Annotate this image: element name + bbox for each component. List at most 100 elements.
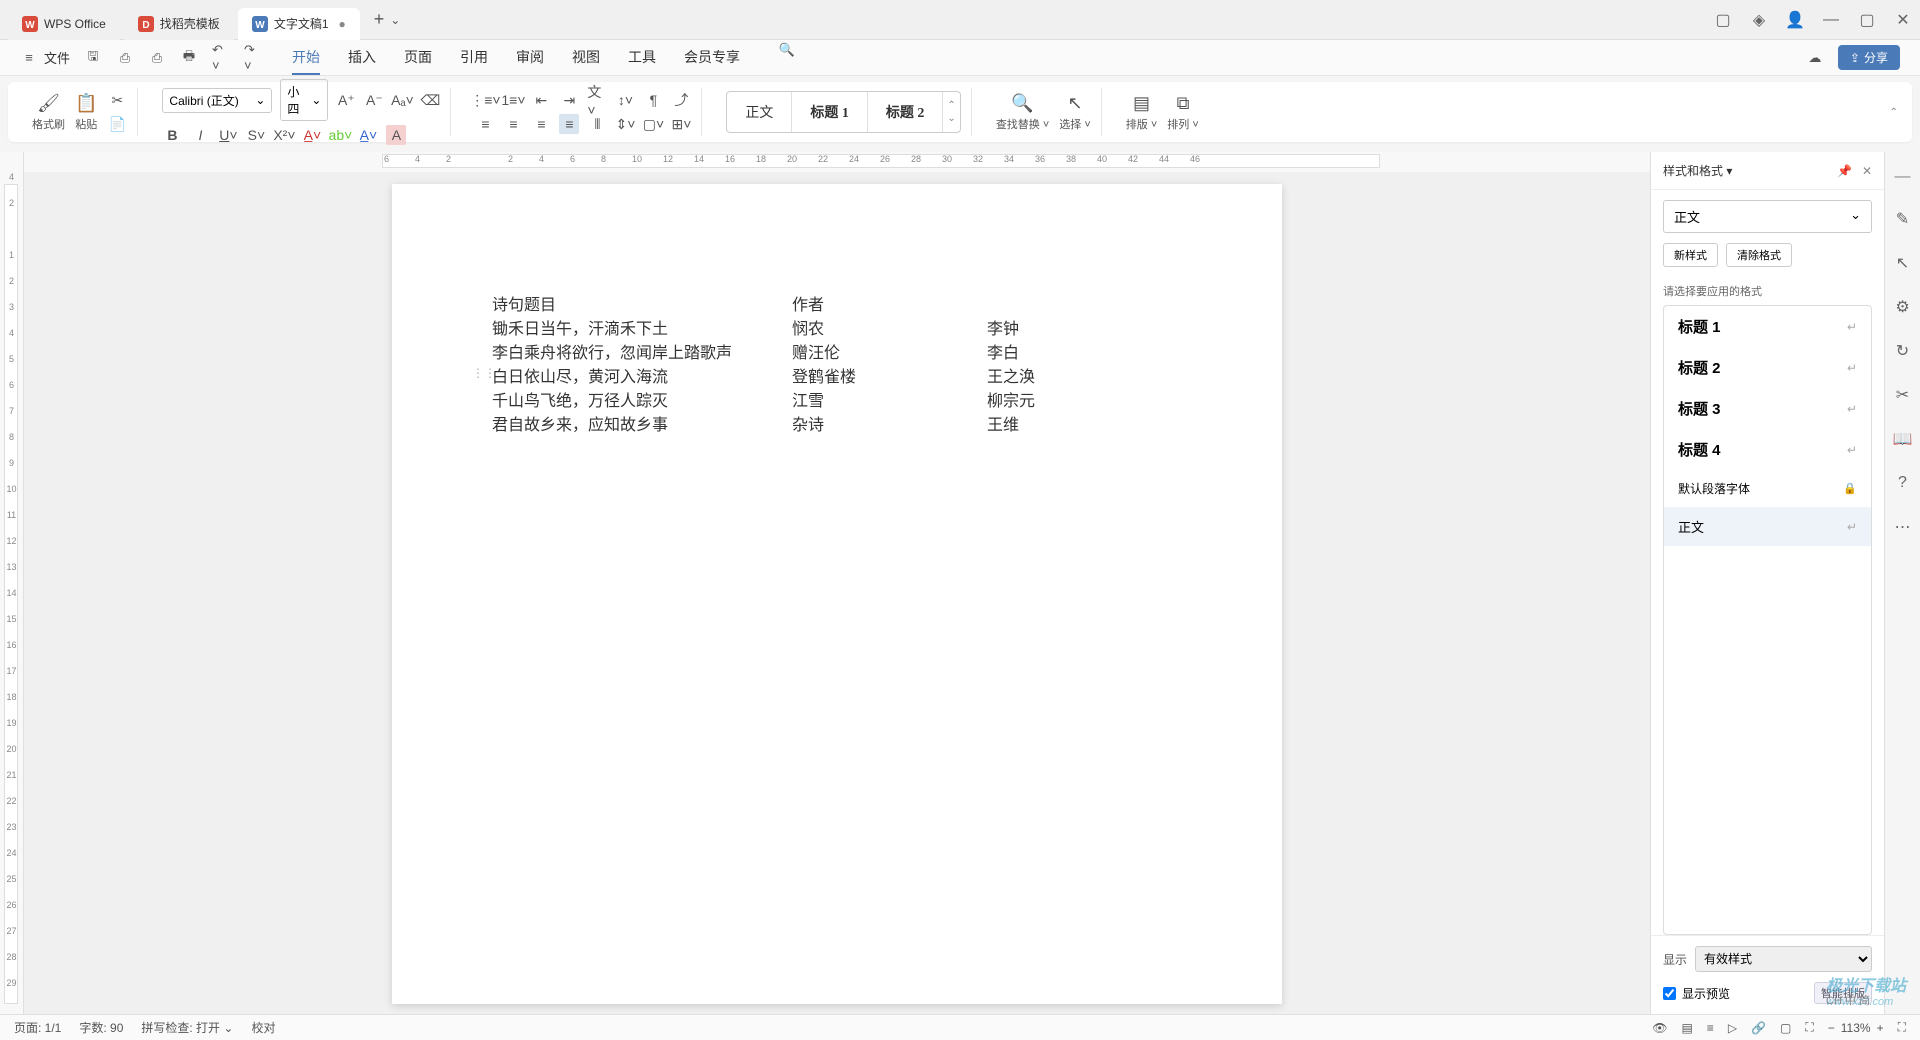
new-style-button[interactable]: 新样式 [1663, 243, 1718, 267]
fit-page-icon[interactable]: ⛶ [1805, 1020, 1813, 1035]
pin-icon[interactable]: 📌 [1837, 164, 1852, 178]
line-spacing-icon[interactable]: ⇕˅ [615, 114, 635, 134]
font-color-icon[interactable]: A̲˅ [302, 125, 322, 145]
align-center-icon[interactable]: ≡ [503, 114, 523, 134]
font-shrink-icon[interactable]: A⁻ [364, 90, 384, 110]
tab-dropdown[interactable]: ⌄ [390, 13, 400, 27]
format-painter-button[interactable]: 🖌 格式刷 [32, 93, 65, 132]
menu-tab-view[interactable]: 视图 [572, 41, 600, 75]
font-name-select[interactable]: Calibri (正文) ⌄ [162, 88, 272, 113]
file-menu[interactable]: ≡ 文件 [20, 48, 70, 67]
redo-icon[interactable]: ↷ ˅ [244, 49, 262, 67]
align-left-icon[interactable]: ≡ [475, 114, 495, 134]
page[interactable]: 诗句题目 作者 锄禾日当午，汗滴禾下土悯农李钟李白乘舟将欲行，忽闻岸上踏歌声赠汪… [392, 184, 1282, 1004]
menu-tab-review[interactable]: 审阅 [516, 41, 544, 75]
close-tab-icon[interactable]: ● [339, 17, 346, 31]
view-mode-5-icon[interactable]: 🔗 [1751, 1021, 1766, 1035]
show-option-select[interactable]: 有效样式 [1695, 946, 1872, 972]
undo-icon[interactable]: ↶ ˅ [212, 49, 230, 67]
tab-wps-office[interactable]: W WPS Office [8, 8, 120, 40]
more-icon[interactable]: ⋯ [1892, 516, 1914, 538]
maximize-icon[interactable]: ▢ [1858, 10, 1876, 30]
export-icon[interactable]: ⎙ [116, 49, 134, 67]
style-heading2[interactable]: 标题 2 [868, 92, 944, 132]
paragraph-icon[interactable]: ⤴ [671, 90, 691, 110]
highlight-icon[interactable]: ab˅ [330, 125, 350, 145]
select-button[interactable]: ↖ 选择 ˅ [1059, 93, 1090, 132]
current-style-select[interactable]: 正文 ⌄ [1663, 200, 1872, 233]
menu-tab-home[interactable]: 开始 [292, 41, 320, 75]
strikethrough-icon[interactable]: S˅ [246, 125, 266, 145]
book-icon[interactable]: 📖 [1892, 428, 1914, 450]
view-mode-4-icon[interactable]: ▷ [1728, 1021, 1737, 1035]
cut-icon[interactable]: ✂ [107, 90, 127, 110]
menu-tab-references[interactable]: 引用 [460, 41, 488, 75]
window-icon[interactable]: ▢ [1714, 10, 1732, 30]
sidebar-collapse-icon[interactable]: — [1895, 168, 1911, 186]
page-indicator[interactable]: 页面: 1/1 [14, 1019, 61, 1036]
change-case-icon[interactable]: Aₐ˅ [392, 90, 412, 110]
copy-icon[interactable]: 📄 [107, 114, 127, 134]
menu-tab-page[interactable]: 页面 [404, 41, 432, 75]
spellcheck-status[interactable]: 拼写检查: 打开 ⌄ [141, 1019, 233, 1036]
ruler-horizontal[interactable]: 6422468101214161820222426283032343638404… [24, 152, 1650, 172]
save-icon[interactable]: 🖫 [84, 49, 102, 67]
clear-format-button[interactable]: 清除格式 [1726, 243, 1792, 267]
zoom-in-button[interactable]: + [1877, 1021, 1884, 1035]
align-justify-icon[interactable]: ≡ [559, 114, 579, 134]
font-size-select[interactable]: 小四 ⌄ [280, 79, 328, 121]
word-count[interactable]: 字数: 90 [79, 1019, 123, 1036]
find-replace-button[interactable]: 🔍 查找替换 ˅ [996, 93, 1049, 132]
avatar-icon[interactable]: 👤 [1786, 10, 1804, 30]
arrange-button[interactable]: ⧉ 排列 ˅ [1167, 93, 1198, 132]
fullscreen-icon[interactable]: ⛶ [1898, 1020, 1906, 1035]
border-icon[interactable]: ⊞˅ [671, 114, 691, 134]
cube-icon[interactable]: ◈ [1750, 10, 1768, 30]
style-heading1[interactable]: 标题 1 [792, 92, 868, 132]
view-mode-3-icon[interactable]: ≡ [1707, 1021, 1714, 1035]
style-default-font-row[interactable]: 默认段落字体🔒 [1664, 470, 1871, 507]
menu-tab-member[interactable]: 会员专享 [684, 41, 740, 75]
align-right-icon[interactable]: ≡ [531, 114, 551, 134]
distribute-icon[interactable]: ⫴ [587, 114, 607, 134]
indent-increase-icon[interactable]: ⇥ [559, 90, 579, 110]
style-down-icon[interactable]: ⌄ [947, 113, 955, 124]
zoom-out-button[interactable]: − [1828, 1021, 1835, 1035]
italic-icon[interactable]: I [190, 125, 210, 145]
show-preview-checkbox[interactable] [1663, 987, 1676, 1000]
proof-button[interactable]: 校对 [251, 1019, 275, 1036]
drag-handle-icon[interactable]: ⋮⋮ [472, 366, 496, 380]
sort-icon[interactable]: ↕˅ [615, 90, 635, 110]
bold-icon[interactable]: B [162, 125, 182, 145]
menu-tab-insert[interactable]: 插入 [348, 41, 376, 75]
style-heading4-row[interactable]: 标题 4↵ [1664, 429, 1871, 470]
asian-layout-icon[interactable]: 文˅ [587, 90, 607, 110]
zoom-level[interactable]: 113% [1841, 1021, 1871, 1035]
pencil-icon[interactable]: ✎ [1892, 208, 1914, 230]
view-mode-6-icon[interactable]: ▢ [1780, 1021, 1791, 1035]
style-up-icon[interactable]: ⌃ [947, 100, 955, 111]
collapse-ribbon-icon[interactable]: ⌃ [1890, 107, 1898, 118]
refresh-icon[interactable]: ↻ [1892, 340, 1914, 362]
style-heading3-row[interactable]: 标题 3↵ [1664, 388, 1871, 429]
style-body[interactable]: 正文 [727, 92, 792, 132]
text-color-icon[interactable]: A̲˅ [358, 125, 378, 145]
print-icon[interactable]: ⎙ [148, 49, 166, 67]
minimize-icon[interactable]: — [1822, 11, 1840, 29]
text-effects-icon[interactable]: A [386, 125, 406, 145]
style-heading1-row[interactable]: 标题 1↵ [1664, 306, 1871, 347]
close-window-icon[interactable]: ✕ [1894, 10, 1912, 30]
view-mode-1-icon[interactable]: 👁 [1652, 1021, 1667, 1035]
clear-format-icon[interactable]: ⌫ [420, 90, 440, 110]
settings-icon[interactable]: ⚙ [1892, 296, 1914, 318]
style-heading2-row[interactable]: 标题 2↵ [1664, 347, 1871, 388]
help-icon[interactable]: ? [1892, 472, 1914, 494]
add-tab-button[interactable]: + [374, 9, 385, 30]
close-panel-icon[interactable]: ✕ [1862, 164, 1872, 178]
indent-decrease-icon[interactable]: ⇤ [531, 90, 551, 110]
tab-templates[interactable]: D 找稻壳模板 [124, 8, 234, 40]
view-mode-2-icon[interactable]: ▤ [1681, 1021, 1692, 1035]
menu-tab-tools[interactable]: 工具 [628, 41, 656, 75]
style-body-row[interactable]: 正文↵ [1664, 507, 1871, 546]
show-marks-icon[interactable]: ¶ [643, 90, 663, 110]
